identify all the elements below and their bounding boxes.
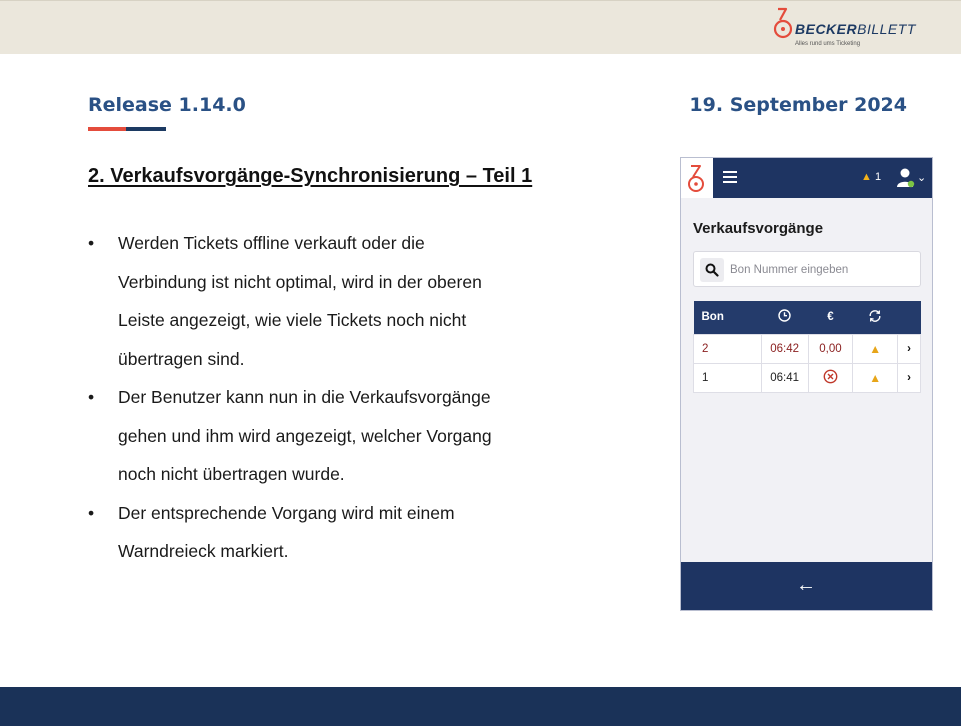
- sale-time: 06:41: [760, 362, 809, 393]
- bullet-item: • Der Benutzer kann nun in die Verkaufsv…: [88, 378, 558, 494]
- page-title: Verkaufsvorgänge: [693, 220, 824, 237]
- column-amount[interactable]: €: [808, 301, 853, 334]
- offline-warning-indicator[interactable]: ▲ 1: [861, 171, 881, 183]
- brand-logo: BECKERBILLETT Alles rund ums Ticketing: [773, 7, 916, 51]
- bon-number: 2: [693, 333, 762, 364]
- app-bottom-bar: ←: [681, 562, 932, 610]
- table-row[interactable]: 2 06:42 0,00 ▲ ›: [693, 333, 921, 364]
- clock-icon: [778, 309, 791, 322]
- sync-status: ▲: [852, 362, 899, 393]
- bullet-line: Werden Tickets offline verkauft oder die: [118, 233, 425, 253]
- section-heading: 2. Verkaufsvorgänge-Synchronisierung – T…: [88, 165, 533, 187]
- search-input[interactable]: [730, 259, 914, 281]
- bullet-line: Der entsprechende Vorgang wird mit einem: [118, 502, 455, 523]
- bullet-line: Verbindung ist nicht optimal, wird in de…: [118, 271, 482, 292]
- sale-amount: [807, 362, 854, 393]
- table-row[interactable]: 1 06:41 ▲ ›: [693, 362, 921, 393]
- bullet-line: Warndreieck markiert.: [118, 541, 289, 561]
- warning-icon: ▲: [861, 171, 872, 183]
- search-button[interactable]: [700, 258, 724, 282]
- brand-mark-icon: [773, 7, 793, 39]
- table-header: Bon €: [693, 301, 921, 334]
- bullet-line: Der Benutzer kann nun in die Verkaufsvor…: [118, 387, 491, 407]
- bullet-item: • Der entsprechende Vorgang wird mit ein…: [88, 494, 558, 571]
- bullet-dot: •: [88, 502, 95, 523]
- search-icon: [705, 263, 719, 277]
- accent-bar-red: [88, 127, 126, 131]
- transactions-table: Bon € 2 06:42 0,00 ▲ › 1 06:41 ▲ ›: [693, 301, 921, 393]
- bullet-dot: •: [88, 233, 95, 253]
- euro-icon: €: [827, 311, 834, 324]
- bullet-line: übertragen sind.: [118, 348, 245, 369]
- user-icon[interactable]: [896, 167, 916, 189]
- bon-number: 1: [693, 362, 762, 393]
- chevron-down-icon[interactable]: ⌄: [917, 171, 926, 184]
- sale-amount: 0,00: [807, 333, 854, 364]
- chevron-right-icon[interactable]: ›: [897, 362, 921, 393]
- back-arrow-icon[interactable]: ←: [796, 574, 816, 597]
- top-band: BECKERBILLETT Alles rund ums Ticketing: [0, 0, 961, 54]
- column-time[interactable]: [761, 301, 809, 334]
- brand-tagline: Alles rund ums Ticketing: [795, 41, 861, 47]
- bullet-line: gehen und ihm wird angezeigt, welcher Vo…: [118, 425, 492, 446]
- sync-status: ▲: [852, 333, 899, 364]
- brand-name: BECKERBILLETT: [795, 21, 916, 37]
- bullet-list: • Werden Tickets offline verkauft oder d…: [88, 224, 558, 571]
- column-action: [897, 301, 921, 334]
- bullet-dot: •: [88, 387, 95, 407]
- column-bon[interactable]: Bon: [693, 301, 762, 334]
- chevron-right-icon[interactable]: ›: [897, 333, 921, 364]
- column-sync[interactable]: [852, 301, 898, 334]
- app-logo-icon: [688, 165, 704, 192]
- bullet-line: noch nicht übertragen wurde.: [118, 464, 345, 484]
- sync-icon: [869, 309, 881, 322]
- warning-count: 1: [874, 171, 882, 183]
- accent-bar-navy: [126, 127, 166, 131]
- app-logo[interactable]: [681, 158, 713, 198]
- cancel-circle-icon: [823, 369, 838, 383]
- bullet-item: • Werden Tickets offline verkauft oder d…: [88, 224, 558, 378]
- warning-icon: ▲: [869, 370, 882, 385]
- menu-icon[interactable]: [723, 171, 737, 183]
- release-version: Release 1.14.0: [88, 94, 246, 116]
- app-top-bar: ▲ 1 ⌄: [681, 158, 932, 198]
- bullet-line: Leiste angezeigt, wie viele Tickets noch…: [118, 310, 467, 330]
- bottom-band: [0, 687, 961, 726]
- app-screenshot: ▲ 1 ⌄ Verkaufsvorgänge Bon Nummer eingeb…: [680, 157, 933, 611]
- search-box: [693, 251, 921, 287]
- warning-icon: ▲: [869, 341, 882, 356]
- release-date: 19. September 2024: [689, 94, 907, 116]
- sale-time: 06:42: [760, 333, 809, 364]
